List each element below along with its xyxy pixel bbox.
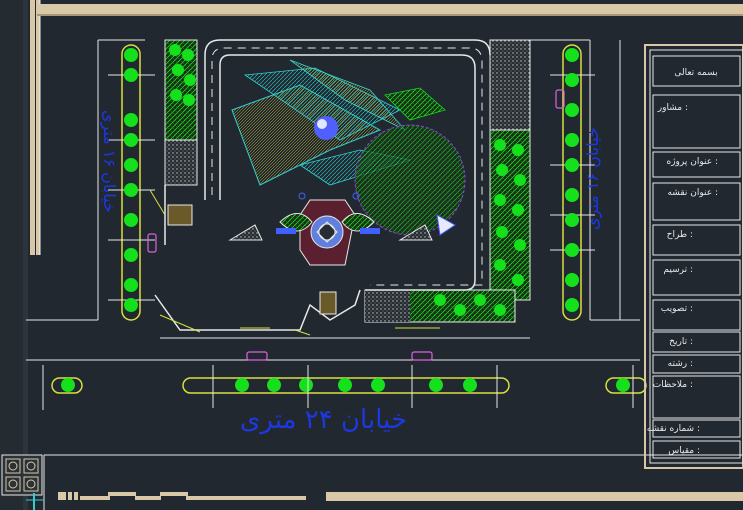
title-field-notes: ملاحظات : [653, 380, 693, 390]
bottom-median [42, 365, 647, 410]
title-field-scale: مقیاس : [668, 446, 700, 456]
drawing-canvas[interactable]: خیابان ۲۴ متری خیابان ۱۶ متری خیابان ۱۶ … [0, 0, 743, 510]
cad-viewport[interactable]: خیابان ۲۴ متری خیابان ۱۶ متری خیابان ۱۶ … [0, 0, 743, 510]
title-field-discipline: رشته : [668, 359, 693, 369]
title-field-approval: تصویب : [661, 304, 693, 314]
title-field-sheet-number: شماره نقشه : [647, 424, 700, 434]
grid-pattern-icon [1, 454, 43, 496]
title-block: بسمه تعالی مشاور : عنوان پروژه : عنوان ن… [644, 44, 743, 469]
title-field-date: تاریخ : [669, 337, 693, 347]
title-field-sheet: عنوان نقشه : [667, 188, 718, 198]
title-field-designer: طراح : [667, 230, 693, 240]
border-pattern [58, 492, 306, 500]
street-label-left: خیابان ۱۶ متری [99, 110, 119, 213]
street-label-right: خیابان ۱۶ متری [583, 127, 603, 230]
title-block-header: بسمه تعالی [674, 68, 717, 78]
street-label-bottom: خیابان ۲۴ متری [240, 405, 407, 435]
title-field-project: عنوان پروژه : [667, 157, 719, 167]
title-field-consultant: مشاور : [657, 103, 688, 113]
title-field-drafter: ترسیم : [663, 265, 693, 275]
ucs-axis-icon[interactable] [26, 493, 44, 510]
